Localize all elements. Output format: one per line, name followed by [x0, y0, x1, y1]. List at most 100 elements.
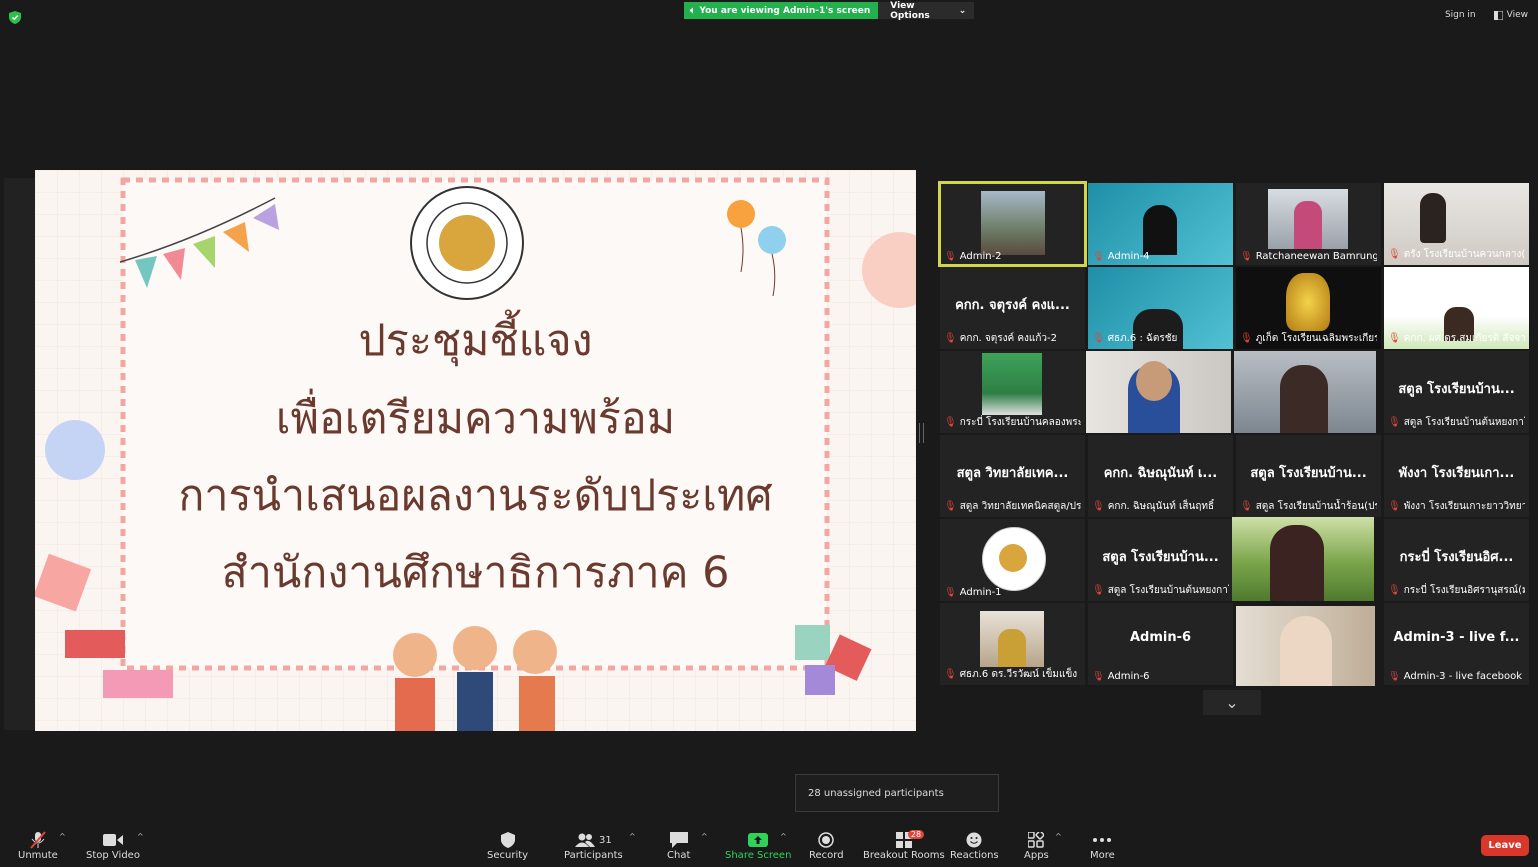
more-button[interactable]: More — [1090, 830, 1115, 861]
muted-mic-icon: 🎙︎ — [1388, 501, 1401, 512]
participant-name: 🎙︎ คกก. ฉิษณุนันท์ เส็นฤทธิ์ — [1092, 501, 1215, 512]
meeting-toolbar: Unmute ^ Stop Video ^ Security 31 Partic… — [0, 820, 1538, 867]
muted-mic-icon: 🎙︎ — [1388, 249, 1401, 260]
view-button[interactable]: View — [1493, 10, 1528, 20]
participant-name: 🎙︎สตูล วิทยาลัยเทคนิคสตูล/ประ... — [944, 501, 1081, 512]
shield-icon — [500, 832, 515, 848]
participant-tile[interactable] — [1232, 517, 1374, 601]
gallery-next-page-button[interactable]: ⌄ — [1203, 690, 1261, 715]
viewing-text: You are viewing Admin-1's screen — [699, 5, 871, 16]
participant-tile[interactable]: 🎙︎ Admin-1 — [940, 519, 1085, 601]
participant-tile[interactable] — [1236, 606, 1375, 686]
participant-figure — [1420, 193, 1446, 243]
participant-tile[interactable]: 🎙︎ ภูเก็ต โรงเรียนเฉลิมพระเกียร... — [1236, 267, 1381, 349]
participant-tile[interactable]: พังงา โรงเรียนเกา... 🎙︎ พังงา โรงเรียนเกา… — [1384, 435, 1529, 517]
share-options-caret[interactable]: ^ — [780, 832, 787, 841]
shield-icon — [9, 11, 21, 24]
chat-label: Chat — [667, 850, 691, 861]
muted-mic-icon: 🎙︎ — [1388, 417, 1401, 428]
participant-tile[interactable]: 🎙︎ Admin-4 — [1088, 183, 1233, 265]
participants-button[interactable]: 31 Participants — [564, 830, 623, 861]
participant-tile[interactable]: กระบี่ โรงเรียนอิศ... 🎙︎ กระบี่ โรงเรียนอ… — [1384, 519, 1529, 601]
participant-display-name: กระบี่ โรงเรียนอิศ... — [1399, 550, 1514, 565]
participant-name: 🎙︎ตรัง โรงเรียนบ้านควนกลาง(U... — [1388, 249, 1525, 260]
muted-mic-icon: 🎙︎ — [1092, 501, 1105, 512]
more-icon — [1093, 838, 1112, 842]
video-camera-icon — [102, 834, 123, 846]
leave-button[interactable]: Leave — [1481, 835, 1529, 856]
participant-name: 🎙︎ Admin-6 — [1092, 671, 1150, 682]
participant-name: 🎙︎ Ratchaneewan Bamrung... — [1240, 251, 1377, 262]
participant-display-name: สตูล โรงเรียนบ้าน... — [1398, 382, 1515, 397]
record-button[interactable]: Record — [809, 830, 844, 861]
stop-video-label: Stop Video — [86, 850, 140, 861]
participant-tile[interactable]: สตูล โรงเรียนบ้าน... 🎙︎ สตูล โรงเรียนบ้าน… — [1088, 519, 1233, 601]
participant-tile[interactable]: 🎙︎ ศธภ.6 ดร.วีรวัฒน์ เข็มแข็ง — [940, 603, 1085, 685]
participant-display-name: คกก. ฉิษณุนันท์ เ... — [1103, 466, 1218, 481]
apps-label: Apps — [1024, 850, 1049, 861]
breakout-rooms-button[interactable]: 28 Breakout Rooms — [863, 830, 945, 861]
participant-display-name: คกก. จตุรงค์ คงแ... — [955, 298, 1070, 313]
participant-tile[interactable]: สตูล วิทยาลัยเทค... 🎙︎ สตูล วิทยาลัยเทคนิ… — [940, 435, 1085, 517]
reactions-button[interactable]: Reactions — [950, 830, 999, 861]
participant-tile[interactable]: Admin-3 - live f... 🎙︎ Admin-3 - live fac… — [1384, 603, 1529, 685]
share-screen-label: Share Screen — [725, 850, 792, 861]
participant-name: 🎙︎ คกก. ผศ.ดร.สมเกียรติ สัจจา... — [1388, 333, 1525, 344]
participant-figure — [998, 629, 1026, 667]
muted-mic-icon: 🎙︎ — [944, 251, 957, 262]
stop-video-button[interactable]: Stop Video — [86, 830, 140, 861]
organization-emblem-center — [999, 544, 1027, 572]
muted-mic-icon: 🎙︎ — [1240, 251, 1253, 262]
unmute-label: Unmute — [18, 850, 58, 861]
sign-in-button[interactable]: Sign in — [1445, 10, 1476, 20]
chat-options-caret[interactable]: ^ — [701, 832, 708, 841]
breakout-rooms-label: Breakout Rooms — [863, 850, 945, 861]
participant-display-name: สตูล โรงเรียนบ้าน... — [1250, 466, 1367, 481]
participant-display-name: สตูล โรงเรียนบ้าน... — [1102, 550, 1219, 565]
smiley-icon — [966, 832, 982, 848]
participant-tile[interactable]: สตูล โรงเรียนบ้าน... 🎙︎ สตูล โรงเรียนบ้าน… — [1236, 435, 1381, 517]
participant-tile[interactable]: คกก. ฉิษณุนันท์ เ... 🎙︎ คกก. ฉิษณุนันท์ เ… — [1088, 435, 1233, 517]
participant-name: 🎙︎กระบี่ โรงเรียนบ้านคลองพระยาวิท... — [944, 417, 1081, 428]
participant-tile[interactable]: 🎙︎ตรัง โรงเรียนบ้านควนกลาง(U... — [1384, 183, 1529, 265]
share-left-edge — [4, 178, 35, 730]
view-options-label: View Options — [890, 0, 930, 21]
participant-name: 🎙︎ กระบี่ โรงเรียนอิศรานุสรณ์(ม... — [1388, 585, 1525, 596]
muted-mic-icon: 🎙︎ — [944, 417, 957, 428]
participant-tile[interactable]: 🎙︎ Ratchaneewan Bamrung... — [1236, 183, 1381, 265]
participant-video — [981, 191, 1045, 255]
muted-mic-icon: 🎙︎ — [1092, 585, 1105, 596]
view-label: View — [1506, 10, 1528, 20]
unmute-button[interactable]: Unmute — [18, 830, 58, 861]
participant-tile[interactable] — [1086, 351, 1231, 433]
participant-tile[interactable]: 🎙︎ Admin-2 — [938, 181, 1087, 267]
sign-in-label: Sign in — [1444, 10, 1476, 20]
participant-tile[interactable]: 🎙︎กระบี่ โรงเรียนบ้านคลองพระยาวิท... — [940, 351, 1085, 433]
apps-button[interactable]: Apps — [1024, 830, 1049, 861]
participant-figure — [1280, 616, 1332, 686]
shared-screen[interactable]: ประชุมชี้แจง เพื่อเตรียมความพร้อม การนำเ… — [35, 170, 916, 731]
participant-figure — [1294, 201, 1322, 249]
video-options-caret[interactable]: ^ — [137, 832, 144, 841]
participant-tile[interactable] — [1234, 351, 1376, 433]
participant-figure — [1280, 365, 1328, 433]
participant-tile[interactable]: คกก. จตุรงค์ คงแ... 🎙︎ คกก. จตุรงค์ คงแก้… — [940, 267, 1085, 349]
participant-tile[interactable]: 🎙︎ คกก. ผศ.ดร.สมเกียรติ สัจจา... — [1384, 267, 1529, 349]
participant-name: 🎙︎ Admin-1 — [944, 587, 1002, 598]
participant-tile[interactable]: 🎙︎ ศธภ.6 : ฉัตรชัย — [1088, 267, 1233, 349]
view-options-button[interactable]: View Options ⌄ — [878, 0, 975, 21]
participant-display-name: Admin-3 - live f... — [1393, 630, 1520, 645]
audio-options-caret[interactable]: ^ — [59, 832, 66, 841]
participant-face — [1136, 361, 1172, 401]
record-label: Record — [809, 850, 844, 861]
participants-options-caret[interactable]: ^ — [629, 832, 636, 841]
participant-tile[interactable]: สตูล โรงเรียนบ้าน... 🎙︎ สตูล โรงเรียนบ้าน… — [1384, 351, 1529, 433]
split-view-handle[interactable] — [919, 423, 924, 443]
chat-button[interactable]: Chat — [667, 830, 690, 861]
apps-options-caret[interactable]: ^ — [1055, 832, 1062, 841]
participant-tile[interactable]: Admin-6 🎙︎ Admin-6 — [1088, 603, 1233, 685]
security-button[interactable]: Security — [487, 830, 528, 861]
participant-display-name: พังงา โรงเรียนเกา... — [1398, 466, 1515, 481]
muted-mic-icon: 🎙︎ — [1092, 671, 1105, 682]
slide-title-line-4: สำนักงานศึกษาธิการภาค 6 — [221, 548, 730, 598]
